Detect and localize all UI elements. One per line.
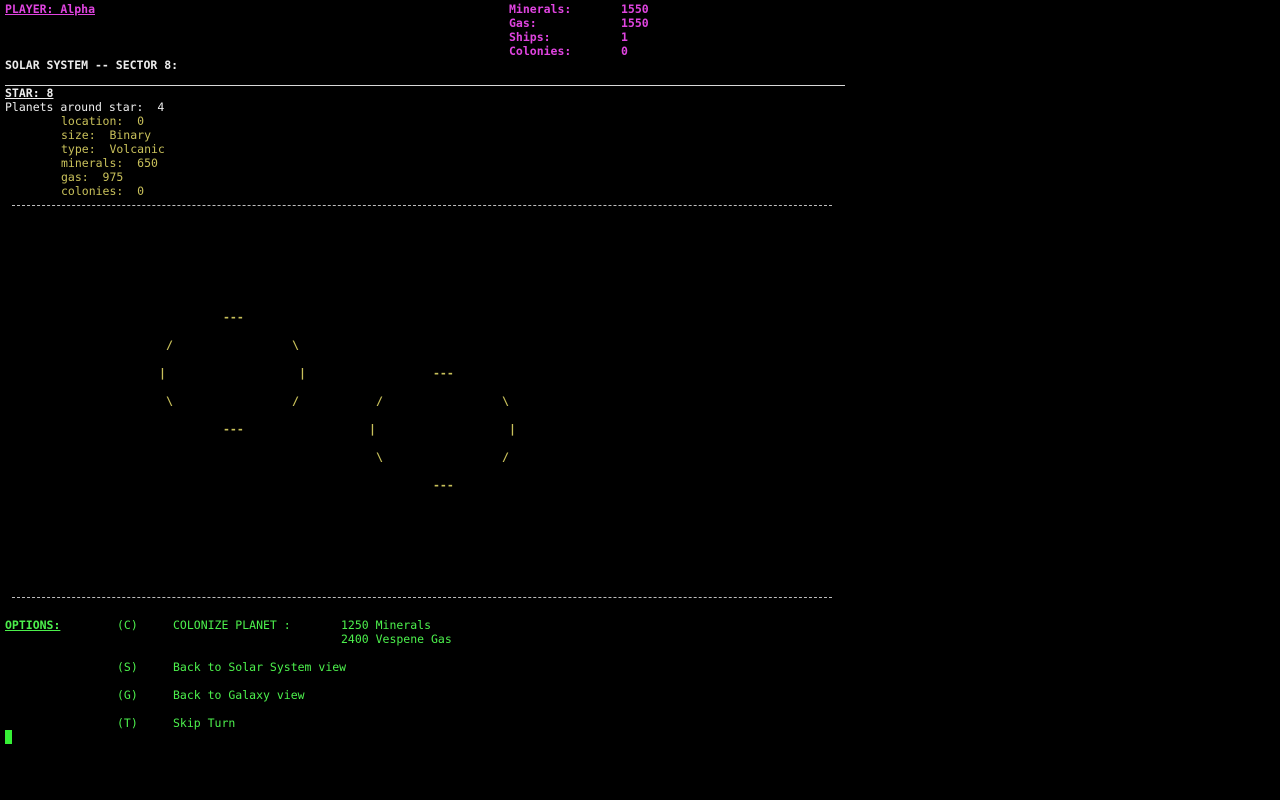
option-solar-key[interactable]: (S)	[117, 660, 138, 674]
colonies-label: Colonies:	[509, 44, 572, 58]
planet-b-lower-right: /	[502, 450, 509, 464]
planet-b-upper-left: /	[376, 394, 383, 408]
planet-a-lower-left: \	[166, 394, 173, 408]
planet-a-top: ---	[223, 310, 244, 324]
minerals-value: 1550	[621, 2, 649, 16]
planet-b-right: |	[509, 422, 516, 436]
star-label: STAR: 8	[5, 86, 54, 100]
option-galaxy-label[interactable]: Back to Galaxy view	[173, 688, 305, 702]
gas-value: 1550	[621, 16, 649, 30]
top-dashed-divider	[12, 205, 832, 206]
bottom-dashed-divider	[12, 597, 832, 598]
planet-a-bottom: ---	[223, 422, 244, 436]
planet-location: location: 0	[61, 114, 145, 128]
planets-count: Planets around star: 4	[5, 100, 165, 114]
planet-a-left: |	[159, 366, 166, 380]
option-solar-label[interactable]: Back to Solar System view	[173, 660, 346, 674]
planet-type: type: Volcanic	[61, 142, 165, 156]
planet-minerals: minerals: 650	[61, 156, 158, 170]
planet-colonies: colonies: 0	[61, 184, 145, 198]
ships-label: Ships:	[509, 30, 551, 44]
header-divider	[5, 85, 845, 86]
colonize-cost-gas: 2400 Vespene Gas	[341, 632, 452, 646]
view-title: SOLAR SYSTEM -- SECTOR 8:	[5, 58, 179, 72]
terminal-cursor[interactable]	[5, 730, 12, 744]
planet-a-upper-left: /	[166, 338, 173, 352]
planet-a-upper-right: \	[292, 338, 299, 352]
colonize-cost-minerals: 1250 Minerals	[341, 618, 432, 632]
colonies-value: 0	[621, 44, 628, 58]
options-heading: OPTIONS:	[5, 618, 61, 632]
planet-a-right: |	[299, 366, 306, 380]
planet-b-left: |	[369, 422, 376, 436]
gas-label: Gas:	[509, 16, 537, 30]
planet-b-upper-right: \	[502, 394, 509, 408]
ships-value: 1	[621, 30, 628, 44]
option-galaxy-key[interactable]: (G)	[117, 688, 138, 702]
planet-a-lower-right: /	[292, 394, 299, 408]
planet-size: size: Binary	[61, 128, 152, 142]
planet-b-lower-left: \	[376, 450, 383, 464]
player-label: PLAYER: Alpha	[5, 2, 96, 16]
planet-b-bottom: ---	[433, 478, 454, 492]
option-skip-label[interactable]: Skip Turn	[173, 716, 235, 730]
planet-gas: gas: 975	[61, 170, 124, 184]
option-colonize-key[interactable]: (C)	[117, 618, 138, 632]
option-colonize-label[interactable]: COLONIZE PLANET :	[173, 618, 291, 632]
minerals-label: Minerals:	[509, 2, 572, 16]
option-skip-key[interactable]: (T)	[117, 716, 138, 730]
planet-b-top: ---	[433, 366, 454, 380]
